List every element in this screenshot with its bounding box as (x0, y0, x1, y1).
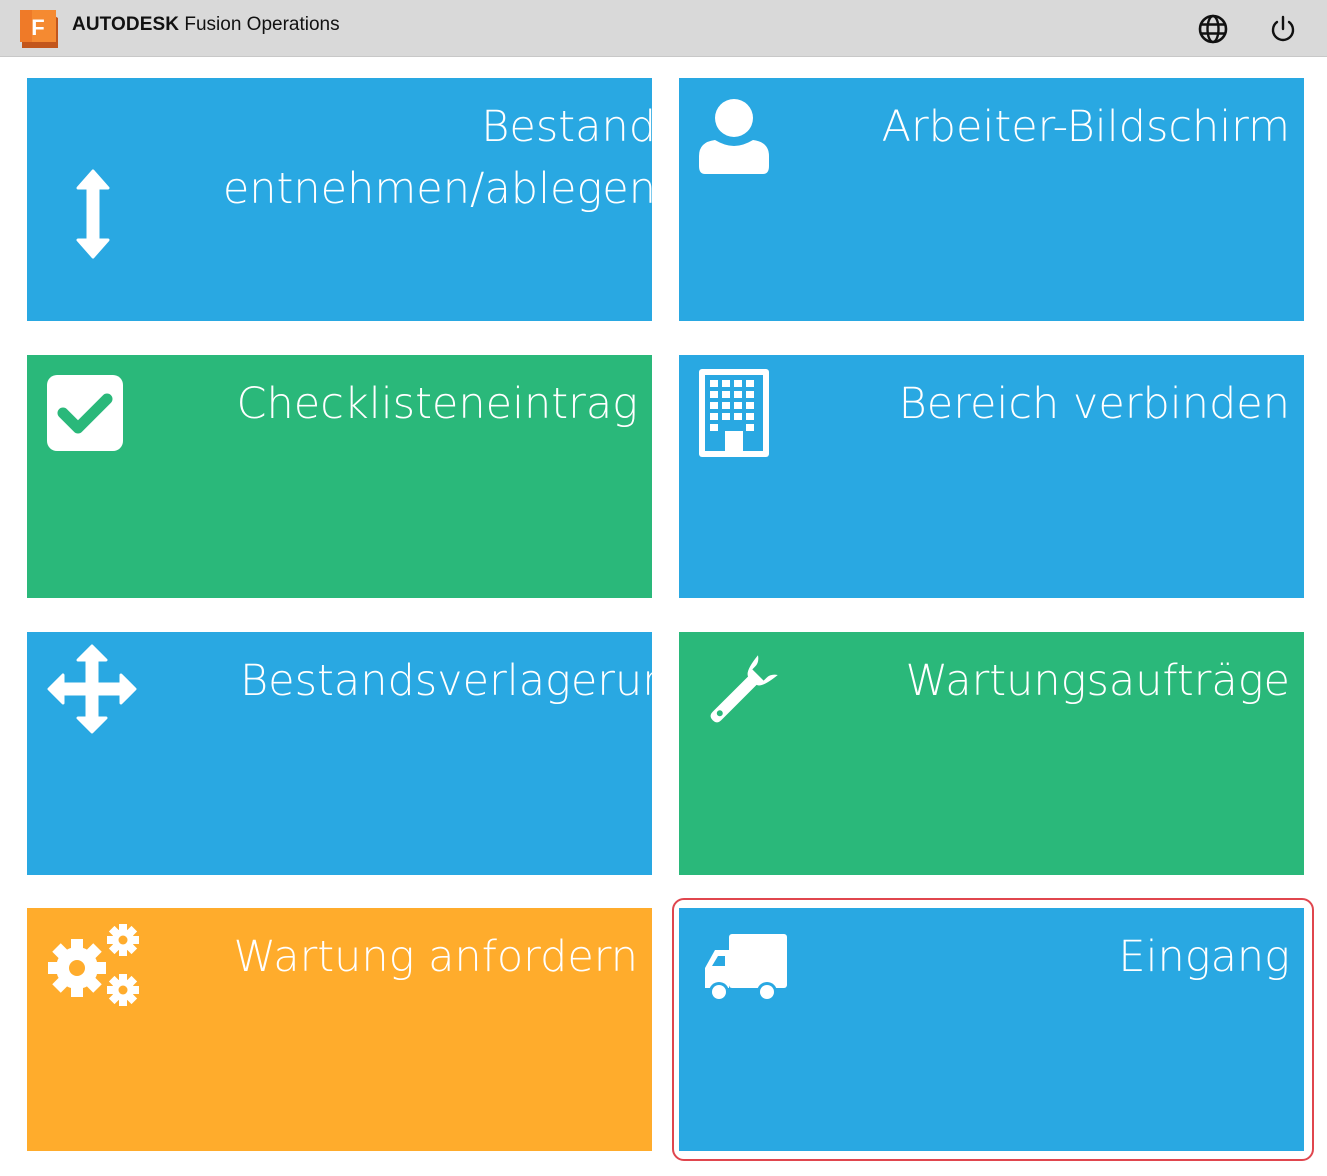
user-icon (699, 99, 769, 174)
truck-icon (705, 934, 787, 1002)
tile-label: Checklisteneintrag (236, 379, 639, 429)
wrench-icon (710, 655, 778, 723)
tile-wartung-anfordern[interactable]: Wartung anfordern (27, 908, 652, 1151)
tile-eingang[interactable]: Eingang (679, 908, 1304, 1151)
globe-icon[interactable] (1196, 12, 1230, 46)
power-icon[interactable] (1266, 12, 1300, 46)
tile-bereich-verbinden[interactable]: Bereich verbinden (679, 355, 1304, 598)
fusion-logo-icon: F (20, 10, 58, 48)
tile-label: Wartungsaufträge (905, 656, 1290, 706)
product-name: Fusion Operations (184, 14, 340, 35)
vertical-arrows-icon (76, 169, 110, 259)
tile-bestandsverlagerung[interactable]: Bestandsverlagerung (27, 632, 652, 875)
brand-name: AUTODESK (72, 14, 180, 35)
checkbox-icon (47, 375, 123, 451)
tile-checklisteneintrag[interactable]: Checklisteneintrag (27, 355, 652, 598)
gears-icon (48, 924, 139, 1006)
tile-label: Wartung anfordern (233, 932, 638, 982)
tile-label: Arbeiter-Bildschirm (881, 102, 1290, 152)
building-icon (699, 369, 769, 457)
tile-label: Bestand entnehmen/ablegen (222, 102, 652, 214)
tile-label: Eingang (1118, 932, 1290, 982)
logo-letter: F (31, 15, 44, 40)
tile-label: Bestandsverlagerung (240, 656, 652, 706)
tile-label: Bereich verbinden (898, 379, 1290, 429)
top-bar: F AUTODESK Fusion Operations (0, 0, 1327, 57)
move-arrows-icon (47, 644, 137, 734)
tile-arbeiter-bildschirm[interactable]: Arbeiter-Bildschirm (679, 78, 1304, 321)
tile-bestand-entnehmen-ablegen[interactable]: Bestand entnehmen/ablegen (27, 78, 652, 321)
app-brand: AUTODESK Fusion Operations (72, 14, 340, 36)
tile-wartungsauftraege[interactable]: Wartungsaufträge (679, 632, 1304, 875)
